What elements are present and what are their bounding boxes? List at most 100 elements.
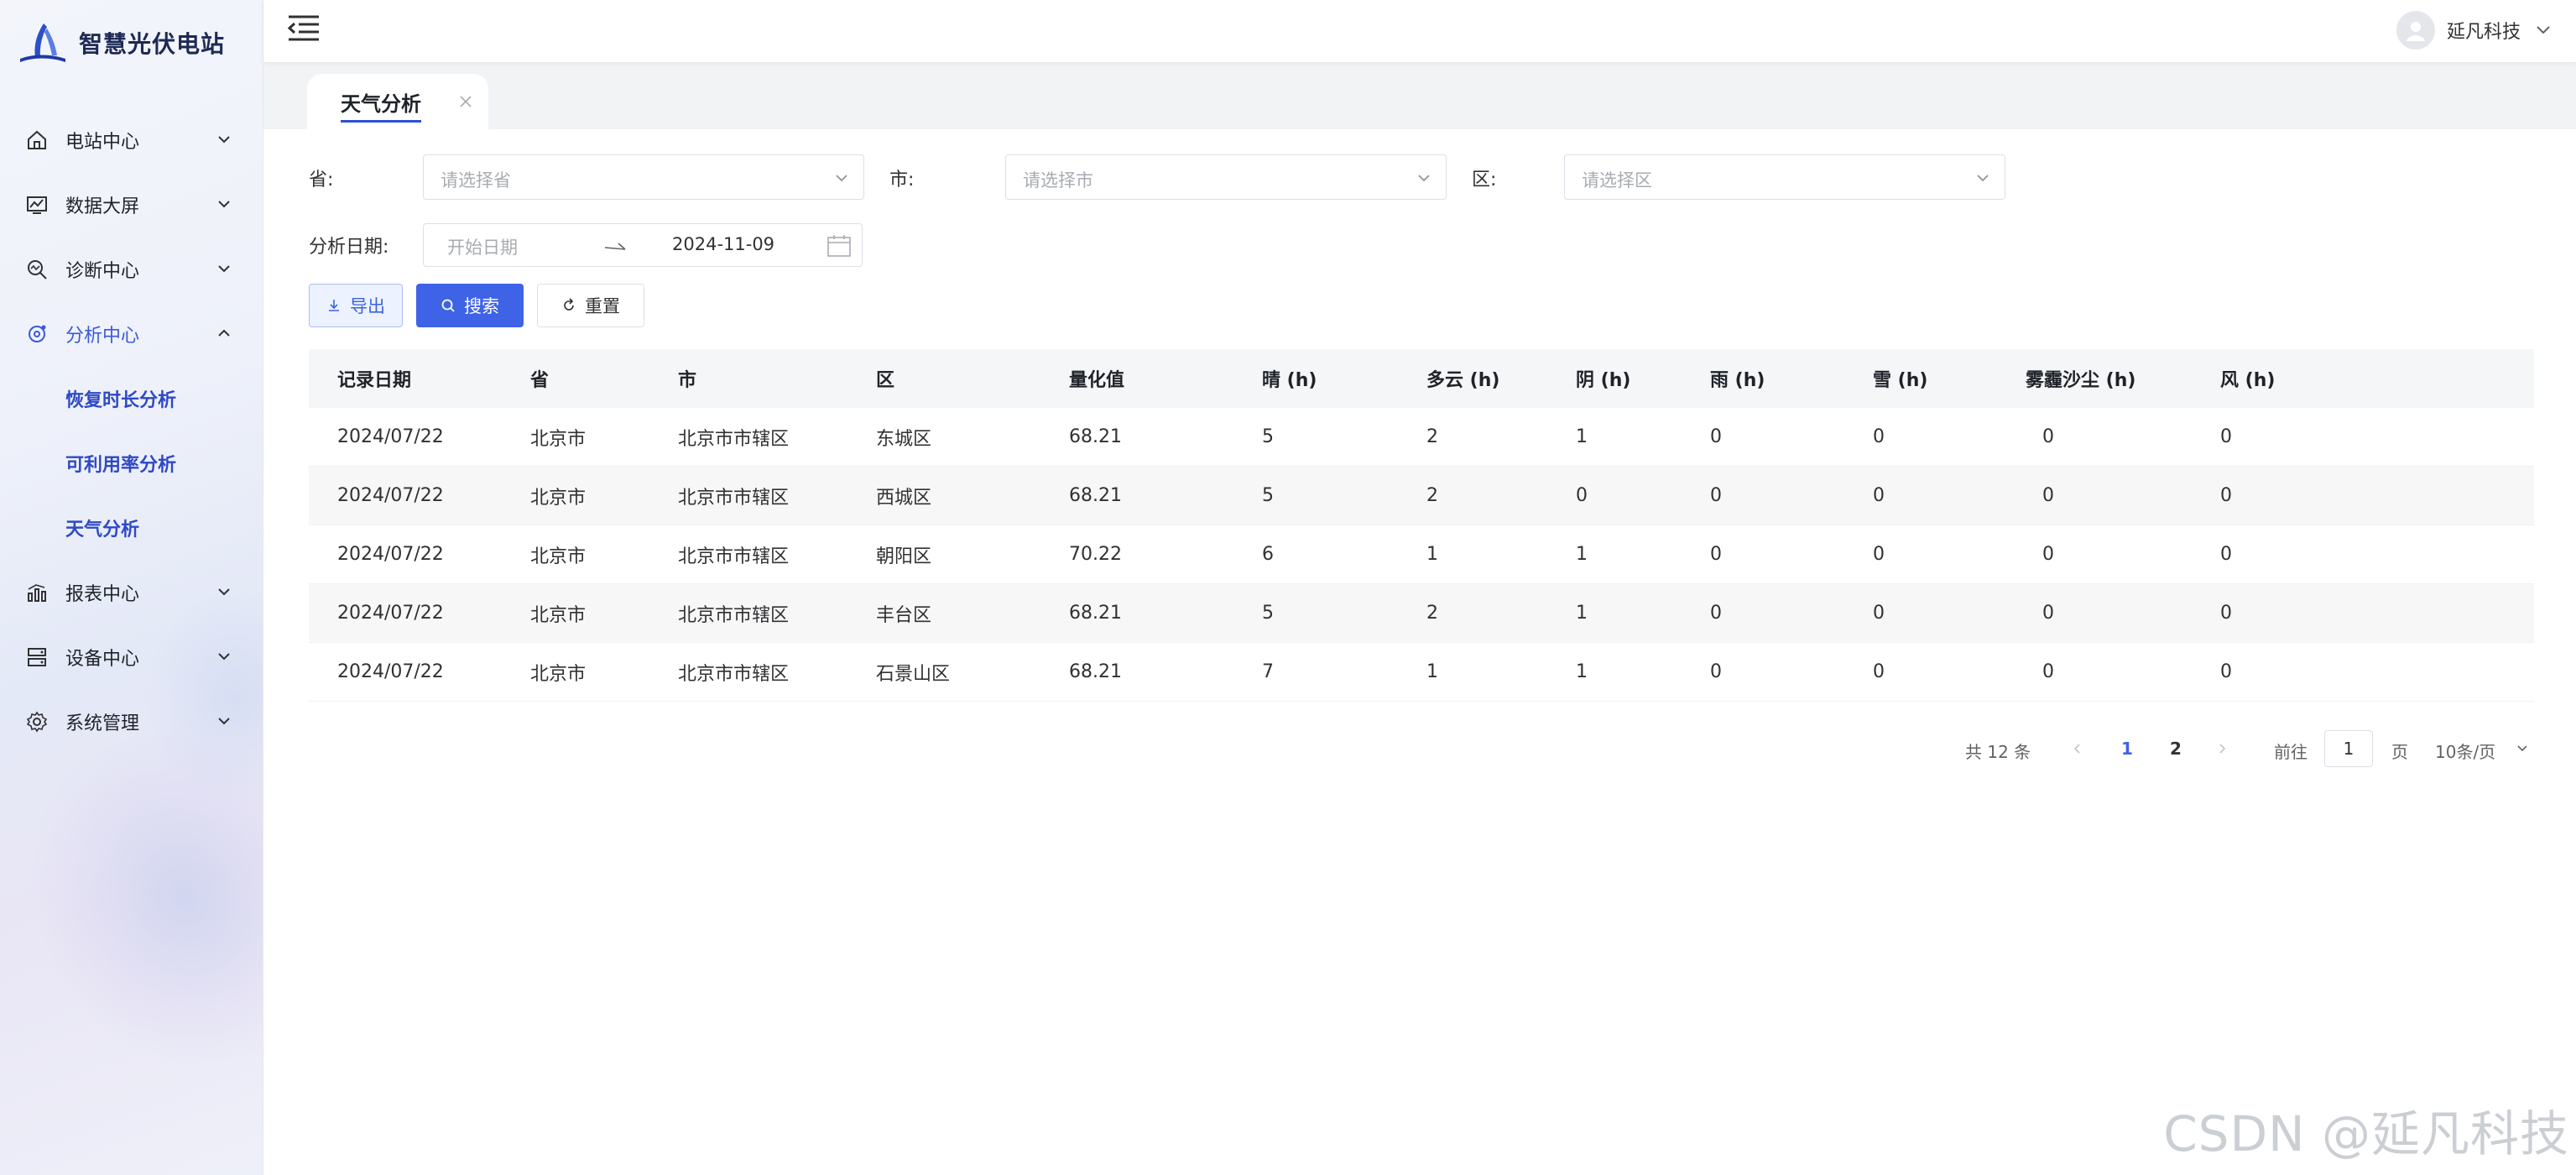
table-cell: 2024/07/22 [337, 603, 444, 624]
sidebar-item-system[interactable]: 系统管理 [0, 689, 263, 754]
table-cell: 北京市市辖区 [678, 487, 790, 509]
sidebar-item-station[interactable]: 电站中心 [0, 107, 263, 172]
sidebar-item-label: 诊断中心 [65, 260, 140, 282]
column-header: 风 (h) [2220, 370, 2276, 391]
table-cell: 丰台区 [876, 604, 932, 626]
tab-weather-analysis[interactable]: 天气分析 [307, 74, 488, 129]
chevron-down-icon [218, 653, 230, 661]
district-select[interactable]: 请选择区 [1564, 154, 2005, 200]
table-row[interactable]: 2024/07/22 北京市 北京市市辖区 朝阳区 70.22 6 1 1 0 … [309, 525, 2534, 584]
gear-icon [25, 710, 49, 734]
page-suffix: 页 [2391, 742, 2408, 762]
table-row[interactable]: 2024/07/22 北京市 北京市市辖区 西城区 68.21 5 2 0 0 … [309, 467, 2534, 525]
chevron-right-icon[interactable] [2215, 742, 2229, 755]
table-cell: 0 [2220, 603, 2232, 624]
sidebar-item-report[interactable]: 报表中心 [0, 560, 263, 624]
column-header: 省 [530, 370, 550, 391]
chevron-left-icon[interactable] [2071, 742, 2084, 755]
column-header: 晴 (h) [1262, 370, 1317, 391]
table-cell: 0 [2042, 661, 2054, 682]
search-button[interactable]: 搜索 [416, 284, 524, 327]
download-icon [329, 300, 339, 311]
table-row[interactable]: 2024/07/22 北京市 北京市市辖区 石景山区 68.21 7 1 1 0… [309, 643, 2534, 702]
table-row[interactable]: 2024/07/22 北京市 北京市市辖区 丰台区 68.21 5 2 1 0 … [309, 584, 2534, 643]
refresh-icon [564, 298, 574, 311]
sidebar-item-dashboard[interactable]: 数据大屏 [0, 172, 263, 237]
goto-page-input[interactable]: 1 [2324, 730, 2373, 767]
table-cell: 7 [1262, 661, 1274, 682]
page-number[interactable]: 1 [2121, 739, 2133, 759]
brand[interactable]: 智慧光伏电站 [18, 15, 225, 70]
reset-label: 重置 [585, 296, 620, 316]
sidebar-item-label: 报表中心 [65, 583, 140, 605]
table-cell: 0 [2042, 426, 2054, 447]
page-number[interactable]: 2 [2170, 739, 2182, 759]
table-cell: 68.21 [1069, 603, 1122, 624]
sidebar-subitem-recovery[interactable]: 恢复时长分析 [0, 366, 263, 431]
chevron-up-icon [218, 329, 230, 337]
user-menu[interactable]: 延凡科技 [2396, 8, 2553, 52]
table-cell: 0 [2042, 485, 2054, 506]
chevron-down-icon [218, 201, 230, 208]
district-placeholder: 请选择区 [1582, 170, 1652, 191]
column-header: 雨 (h) [1710, 370, 1765, 391]
user-name: 延凡科技 [2446, 22, 2521, 43]
sidebar-item-label: 分析中心 [65, 325, 140, 347]
table-cell: 5 [1262, 485, 1274, 506]
chevron-down-icon [218, 718, 230, 725]
table-cell: 0 [1576, 485, 1588, 506]
chevron-down-icon [218, 136, 230, 144]
user-icon [2406, 22, 2425, 41]
city-label: 市: [889, 170, 915, 191]
tab-bar: 天气分析 [263, 62, 2576, 129]
table-cell: 6 [1262, 544, 1274, 565]
province-select[interactable]: 请选择省 [423, 154, 864, 200]
sidebar-item-analysis[interactable]: 分析中心 [0, 301, 263, 366]
chevron-down-icon[interactable] [2516, 742, 2529, 755]
table-cell: 0 [1873, 603, 1885, 624]
column-header: 市 [678, 370, 697, 391]
table-cell: 朝阳区 [876, 546, 932, 567]
column-header: 雾霾沙尘 (h) [2026, 370, 2136, 391]
avatar[interactable] [2396, 11, 2435, 50]
logo-icon [20, 24, 65, 62]
sidebar-subitem-availability[interactable]: 可利用率分析 [0, 431, 263, 495]
table-cell: 0 [2042, 603, 2054, 624]
page-size-select[interactable]: 10条/页 [2435, 739, 2495, 763]
calendar-icon[interactable] [827, 234, 852, 258]
chevron-down-icon [218, 588, 230, 596]
reset-button[interactable]: 重置 [537, 284, 644, 327]
district-label: 区: [1472, 170, 1497, 191]
chevron-down-icon [218, 265, 230, 273]
table-cell: 1 [1576, 603, 1588, 624]
column-header: 雪 (h) [1873, 370, 1928, 391]
table-row[interactable]: 2024/07/22 北京市 北京市市辖区 东城区 68.21 5 2 1 0 … [309, 408, 2534, 467]
table-cell: 2 [1426, 426, 1438, 447]
table-cell: 0 [2220, 485, 2232, 506]
city-select[interactable]: 请选择市 [1005, 154, 1447, 200]
date-end-input[interactable]: 2024-11-09 [672, 234, 774, 254]
report-chart-icon [25, 581, 49, 604]
table-cell: 北京市 [530, 487, 587, 509]
sidebar: 智慧光伏电站 电站中心 数据大屏 诊断中心 分析中心 恢复时长分析 可利用率分析… [0, 0, 263, 1175]
sidebar-item-diagnose[interactable]: 诊断中心 [0, 237, 263, 301]
column-header: 区 [876, 370, 895, 391]
table-cell: 0 [2220, 661, 2232, 682]
table-cell: 68.21 [1069, 426, 1122, 447]
sidebar-item-device[interactable]: 设备中心 [0, 624, 263, 689]
table-cell: 西城区 [876, 487, 932, 509]
menu-collapse-icon[interactable] [285, 12, 322, 45]
weather-table: 记录日期 省 市 区 量化值 晴 (h) 多云 (h) 阴 (h) 雨 (h) … [309, 349, 2534, 702]
close-icon[interactable] [458, 94, 473, 109]
tab-label: 天气分析 [341, 87, 421, 123]
table-cell: 1 [1576, 426, 1588, 447]
date-range-picker[interactable]: 开始日期 2024-11-09 [423, 223, 863, 267]
date-start-input[interactable]: 开始日期 [447, 234, 518, 259]
table-cell: 2024/07/22 [337, 426, 444, 447]
search-label: 搜索 [464, 296, 499, 316]
sidebar-subitem-weather[interactable]: 天气分析 [0, 495, 263, 560]
export-button[interactable]: 导出 [309, 284, 403, 327]
table-cell: 0 [1710, 485, 1722, 506]
table-cell: 0 [1710, 544, 1722, 565]
province-label: 省: [309, 170, 334, 191]
